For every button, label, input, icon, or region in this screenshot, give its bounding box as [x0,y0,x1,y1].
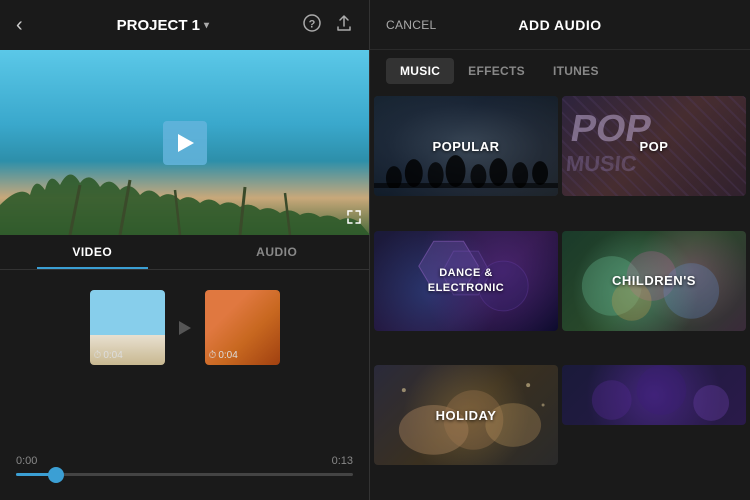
timeline-area: ⏱ 0:04 ⏱ 0:04 0:00 0:13 [0,270,369,500]
tab-music[interactable]: MUSIC [386,58,454,84]
palm-trees-decoration [0,155,370,235]
clip-2-duration: ⏱ 0:04 [209,350,238,361]
genre-dance[interactable]: DANCE &ELECTRONIC [374,231,558,331]
tab-audio[interactable]: AUDIO [185,235,370,269]
add-audio-title: ADD AUDIO [446,17,674,33]
scrubber-area: 0:00 0:13 [0,435,369,484]
genre-popular-label: POPULAR [424,139,507,154]
fullscreen-icon[interactable] [347,210,361,227]
more-art-svg [562,365,746,425]
scrubber-labels: 0:00 0:13 [16,455,353,467]
help-icon[interactable]: ? [303,14,321,37]
tab-effects[interactable]: EFFECTS [454,58,539,84]
genre-holiday-label: HOLIDAY [428,408,505,423]
genre-holiday[interactable]: HOLIDAY [374,365,558,465]
genre-childrens[interactable]: CHILDREN'S [562,231,746,331]
video-audio-tabs: VIDEO AUDIO [0,235,369,270]
genre-grid: POPULAR POP MUSIC POP DANCE &ELECTRONIC [370,92,750,500]
genre-dance-label: DANCE &ELECTRONIC [420,266,513,295]
music-tabs: MUSIC EFFECTS ITUNES [370,50,750,92]
genre-childrens-label: CHILDREN'S [604,273,704,288]
clip-1-duration: ⏱ 0:04 [94,350,123,361]
clock-icon: ⏱ [94,350,102,361]
scrubber-start: 0:00 [16,455,37,467]
svg-text:?: ? [309,18,316,30]
chevron-down-icon: ▾ [204,20,209,31]
tab-video[interactable]: VIDEO [0,235,185,269]
play-button[interactable] [163,121,207,165]
scrubber-track[interactable] [16,473,353,476]
clip-1[interactable]: ⏱ 0:04 [90,290,165,365]
share-icon[interactable] [335,14,353,37]
right-header: CANCEL ADD AUDIO [370,0,750,50]
genre-pop-label: POP [632,139,677,154]
genre-popular[interactable]: POPULAR [374,96,558,196]
left-panel: ‹ PROJECT 1 ▾ ? [0,0,370,500]
back-button[interactable]: ‹ [16,14,23,37]
project-title-text: PROJECT 1 [117,17,200,34]
project-title[interactable]: PROJECT 1 ▾ [117,17,209,34]
play-icon [178,134,194,152]
header-icons: ? [303,14,353,37]
clips-row: ⏱ 0:04 ⏱ 0:04 [70,290,300,365]
left-header: ‹ PROJECT 1 ▾ ? [0,0,369,50]
genre-pop[interactable]: POP MUSIC POP [562,96,746,196]
scrubber-thumb[interactable] [48,467,64,483]
clip-transition [173,316,197,340]
genre-more[interactable] [562,365,746,425]
tab-itunes[interactable]: ITUNES [539,58,613,84]
video-preview [0,50,369,235]
clock-icon-2: ⏱ [209,350,217,361]
cancel-button[interactable]: CANCEL [386,18,446,32]
scrubber-end: 0:13 [332,455,353,467]
svg-text:MUSIC: MUSIC [565,151,638,176]
right-panel: CANCEL ADD AUDIO MUSIC EFFECTS ITUNES [370,0,750,500]
clip-2[interactable]: ⏱ 0:04 [205,290,280,365]
